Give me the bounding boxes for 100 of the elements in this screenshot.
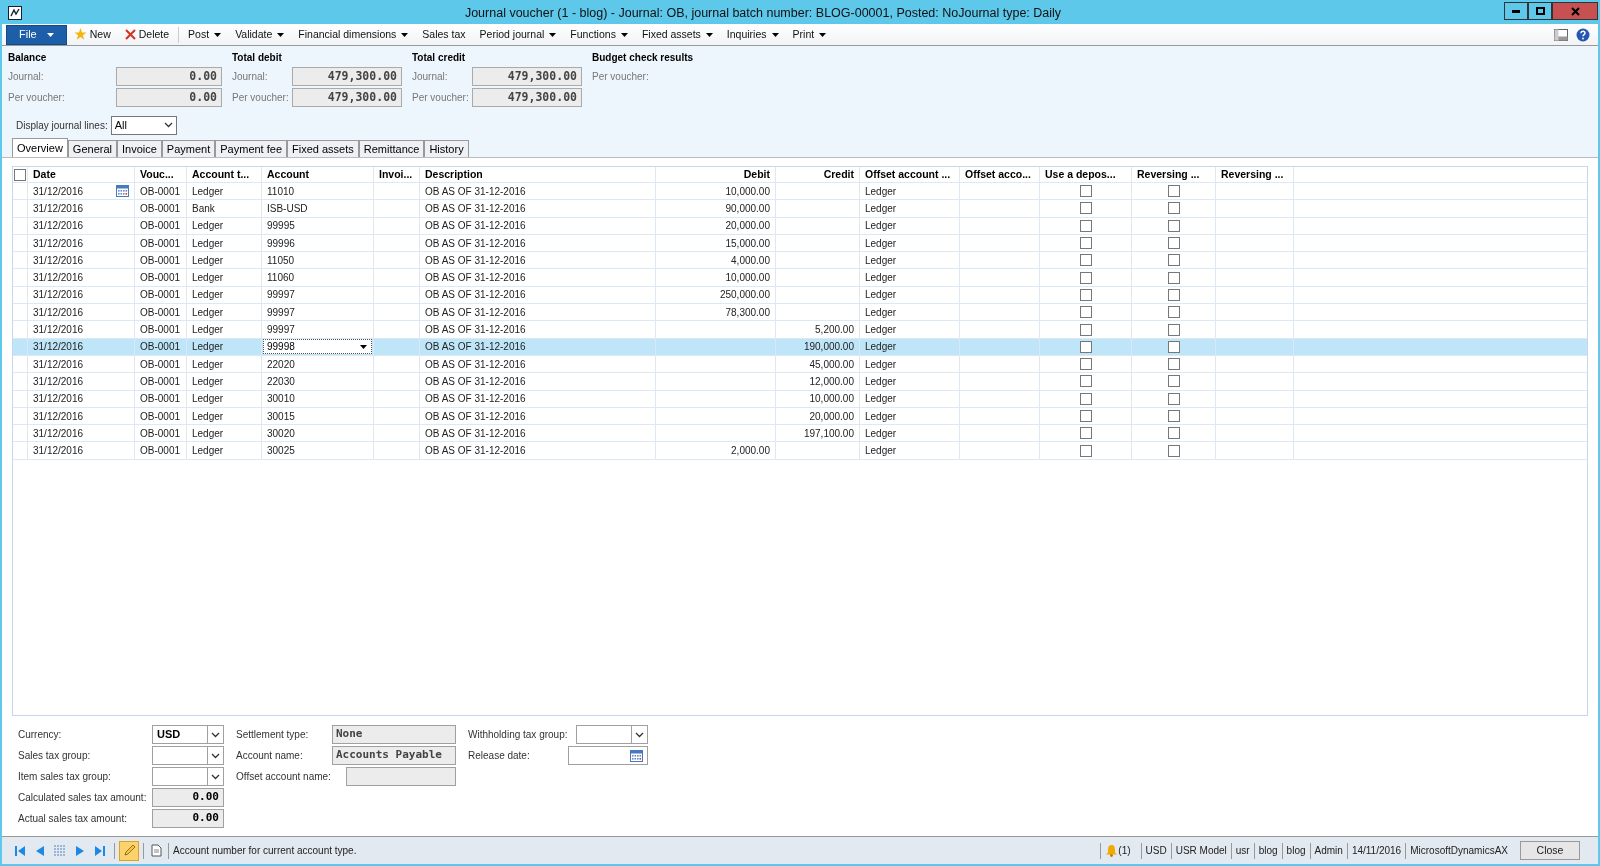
checkbox[interactable] [1167,237,1180,250]
column-header[interactable]: Offset acco... [965,167,1031,183]
column-header[interactable]: Reversing ... [1137,167,1200,183]
checkbox[interactable] [1167,271,1180,284]
checkbox[interactable] [1079,444,1092,457]
checkbox[interactable] [1167,410,1180,422]
checkbox[interactable] [1167,444,1180,457]
checkbox[interactable] [1167,185,1180,198]
toolbar-button[interactable]: Delete [117,24,177,45]
date-field[interactable] [568,746,648,765]
combo-field[interactable]: USD [152,725,224,744]
toolbar-button[interactable]: Functions [563,24,635,45]
column-header[interactable]: Credit [823,167,854,183]
checkbox[interactable] [1167,392,1180,405]
edit-mode-button[interactable] [119,840,139,861]
toolbar-button[interactable]: Print [785,24,834,45]
toolbar-button[interactable]: Period journal [472,24,564,45]
minimize-button[interactable] [1504,2,1528,20]
checkbox[interactable] [1167,219,1180,232]
column-header[interactable]: Reversing ... [1221,167,1284,183]
column-header[interactable]: Date [33,167,56,183]
checkbox[interactable] [1079,375,1092,388]
tab[interactable]: General [67,140,117,157]
calendar-icon[interactable] [630,749,643,762]
maximize-button[interactable] [1528,2,1552,20]
checkbox[interactable] [1079,271,1092,284]
table-row[interactable]: 31/12/2016 OB-0001 Ledger 30020 OB AS OF 31-12-2016 197,100.00 Ledger [13,425,1587,443]
checkbox[interactable] [1079,254,1092,267]
table-row[interactable]: 31/12/2016 OB-0001 Ledger 11060 OB AS OF 31-12-2016 10,000.00 Ledger [13,269,1587,287]
bell-icon[interactable] [1105,844,1119,857]
checkbox[interactable] [1167,375,1180,388]
checkbox[interactable] [1167,427,1180,440]
table-row[interactable]: 31/12/2016 OB-0001 Ledger 22030 OB AS OF 31-12-2016 12,000.00 Ledger [13,373,1587,391]
column-header[interactable]: Account [267,167,309,183]
checkbox[interactable] [1167,202,1180,215]
tab[interactable]: Overview [12,138,68,157]
table-row[interactable]: 31/12/2016 OB-0001 Ledger 30025 OB AS OF 31-12-2016 2,000.00 Ledger [13,442,1587,460]
toolbar-button[interactable]: Sales tax [415,24,473,45]
toolbar-button[interactable]: Inquiries [719,24,786,45]
table-row[interactable]: 31/12/2016 OB-0001 Ledger 11010 OB AS OF 31-12-2016 10,000.00 Ledger [13,183,1587,201]
tab[interactable]: Payment fee [215,140,288,157]
column-header[interactable]: Invoi... [379,167,413,183]
combo-field[interactable] [576,725,648,744]
table-row[interactable]: 31/12/2016 OB-0001 Ledger 99997 OB AS OF 31-12-2016 5,200.00 Ledger [13,321,1587,339]
table-cell-text: Ledger [865,236,897,251]
column-header[interactable]: Account t... [192,167,250,183]
table-row[interactable]: 31/12/2016 OB-0001 Ledger 11050 OB AS OF 31-12-2016 4,000.00 Ledger [13,252,1587,270]
checkbox[interactable] [1079,323,1092,336]
tab[interactable]: Remittance [358,140,425,157]
tab[interactable]: History [424,140,469,157]
column-header[interactable]: Offset account ... [865,167,951,183]
document-icon[interactable] [150,844,162,857]
alert-count[interactable]: (1) [1118,843,1131,858]
checkbox[interactable] [1167,323,1180,336]
checkbox[interactable] [1079,219,1092,232]
checkbox[interactable] [1079,202,1092,215]
checkbox[interactable] [1079,358,1092,371]
column-header[interactable]: Vouc... [140,167,174,183]
previous-record-icon[interactable] [34,844,46,857]
checkbox[interactable] [1167,288,1180,301]
toolbar-button[interactable]: Validate [228,24,292,45]
help-icon[interactable] [1576,27,1590,42]
column-header[interactable]: Use a depos... [1045,167,1116,183]
close-form-button[interactable]: Close [1520,841,1580,860]
checkbox[interactable] [1079,288,1092,301]
checkbox[interactable] [1079,410,1092,422]
checkbox[interactable] [1079,237,1092,250]
dropdown-field[interactable]: All [110,115,177,135]
combo-field[interactable] [152,746,224,765]
checkbox[interactable] [1079,340,1092,353]
column-header[interactable]: Description [425,167,483,183]
table-row[interactable]: 31/12/2016 OB-0001 Ledger 99997 OB AS OF 31-12-2016 78,300.00 Ledger [13,304,1587,322]
first-record-icon[interactable] [14,844,26,857]
checkbox[interactable] [1167,306,1180,319]
table-cell-text: OB-0001 [140,184,181,199]
checkbox[interactable] [1167,254,1180,267]
tab[interactable]: Invoice [117,140,162,157]
checkbox[interactable] [14,168,26,181]
close-button[interactable] [1552,2,1598,20]
column-header[interactable]: Debit [743,167,770,183]
table-row[interactable]: 31/12/2016 OB-0001 Bank ISB-USD OB AS OF 31-12-2016 90,000.00 Ledger [13,200,1587,218]
checkbox[interactable] [1079,427,1092,440]
account-input[interactable]: 99998 [263,339,372,355]
checkbox[interactable] [1167,340,1180,353]
toolbar-button[interactable]: Financial dimensions [291,24,416,45]
toolbar-button[interactable]: Post [181,24,229,45]
tab[interactable]: Fixed assets [287,140,359,157]
tab[interactable]: Payment [161,140,216,157]
toolbar-button[interactable]: Fixed assets [634,24,720,45]
combo-field[interactable] [152,767,224,786]
toolbar-button[interactable]: New [66,24,118,45]
checkbox[interactable] [1167,358,1180,371]
checkbox[interactable] [1079,185,1092,198]
calendar-icon[interactable] [116,185,129,198]
file-menu-button[interactable]: File [6,24,67,45]
next-record-icon[interactable] [74,844,86,857]
layout-icon[interactable] [1554,28,1568,41]
checkbox[interactable] [1079,306,1092,319]
last-record-icon[interactable] [94,844,106,857]
checkbox[interactable] [1079,392,1092,405]
